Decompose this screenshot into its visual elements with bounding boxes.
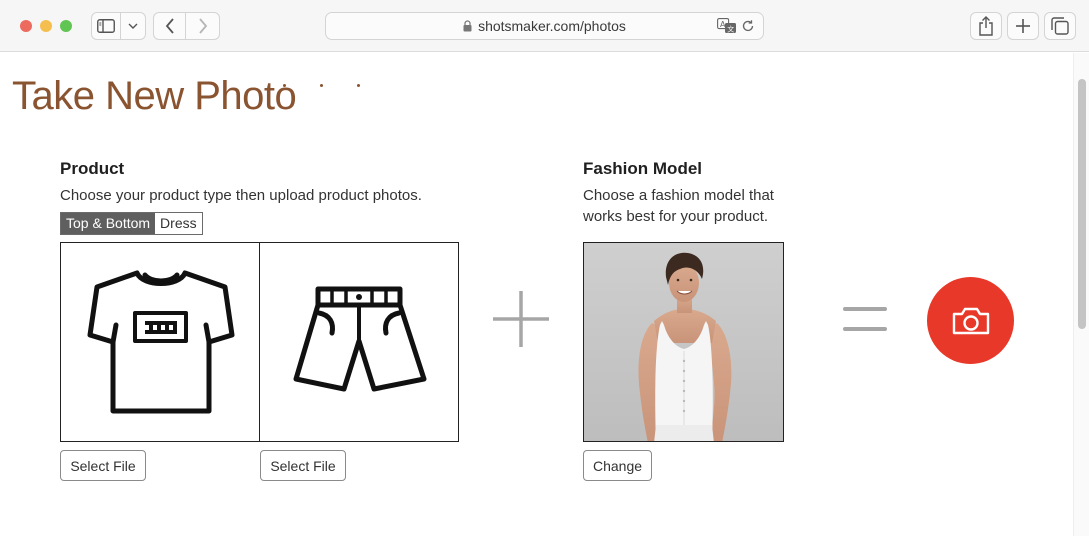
type-dress-option[interactable]: Dress <box>155 213 202 234</box>
share-icon <box>979 16 993 36</box>
select-file-bottom-button[interactable]: Select File <box>260 450 346 481</box>
sidebar-toggle-button[interactable] <box>91 12 121 40</box>
sidebar-icon <box>97 19 115 33</box>
page-title: Take New Photo <box>12 74 297 118</box>
change-model-button[interactable]: Change <box>583 450 652 481</box>
address-bar[interactable]: shotsmaker.com/photos A文 <box>325 12 764 40</box>
close-window-button[interactable] <box>20 20 32 32</box>
bottom-upload-slot[interactable] <box>259 242 459 442</box>
lock-icon <box>463 20 472 32</box>
camera-icon <box>952 307 989 334</box>
forward-button[interactable] <box>186 12 220 40</box>
back-button[interactable] <box>153 12 186 40</box>
plus-icon <box>1016 19 1030 33</box>
reload-icon[interactable] <box>741 19 755 36</box>
model-description: Choose a fashion model that works best f… <box>583 185 774 227</box>
tshirt-icon <box>87 270 235 414</box>
equals-icon <box>843 305 887 338</box>
shorts-icon <box>293 286 427 392</box>
browser-toolbar: shotsmaker.com/photos A文 <box>0 0 1089 52</box>
select-file-top-button[interactable]: Select File <box>60 450 146 481</box>
loading-dots <box>283 84 394 87</box>
type-top-bottom-option[interactable]: Top & Bottom <box>61 213 156 234</box>
tabs-icon <box>1051 17 1069 35</box>
sidebar-menu-button[interactable] <box>121 12 146 40</box>
minimize-window-button[interactable] <box>40 20 52 32</box>
share-button[interactable] <box>970 12 1002 40</box>
scrollbar[interactable] <box>1073 53 1089 536</box>
product-type-switch: Top & Bottom Dress <box>60 212 203 235</box>
take-photo-button[interactable] <box>927 277 1014 364</box>
model-description-line-1: Choose a fashion model that <box>583 187 774 204</box>
model-description-line-2: works best for your product. <box>583 208 769 225</box>
back-arrow-icon <box>165 18 174 34</box>
translate-icon[interactable]: A文 <box>717 18 737 37</box>
plus-icon <box>492 290 550 353</box>
product-heading: Product <box>60 159 125 178</box>
top-upload-slot[interactable] <box>60 242 260 442</box>
model-heading: Fashion Model <box>583 159 702 178</box>
new-tab-button[interactable] <box>1007 12 1039 40</box>
chevron-down-icon <box>128 23 138 29</box>
forward-arrow-icon <box>198 18 207 34</box>
zoom-window-button[interactable] <box>60 20 72 32</box>
scrollbar-thumb[interactable] <box>1078 79 1086 329</box>
tab-overview-button[interactable] <box>1044 12 1076 40</box>
url-text: shotsmaker.com/photos <box>478 18 626 34</box>
fashion-model-photo <box>583 242 784 442</box>
svg-text:文: 文 <box>727 24 734 33</box>
product-description: Choose your product type then upload pro… <box>60 187 422 204</box>
